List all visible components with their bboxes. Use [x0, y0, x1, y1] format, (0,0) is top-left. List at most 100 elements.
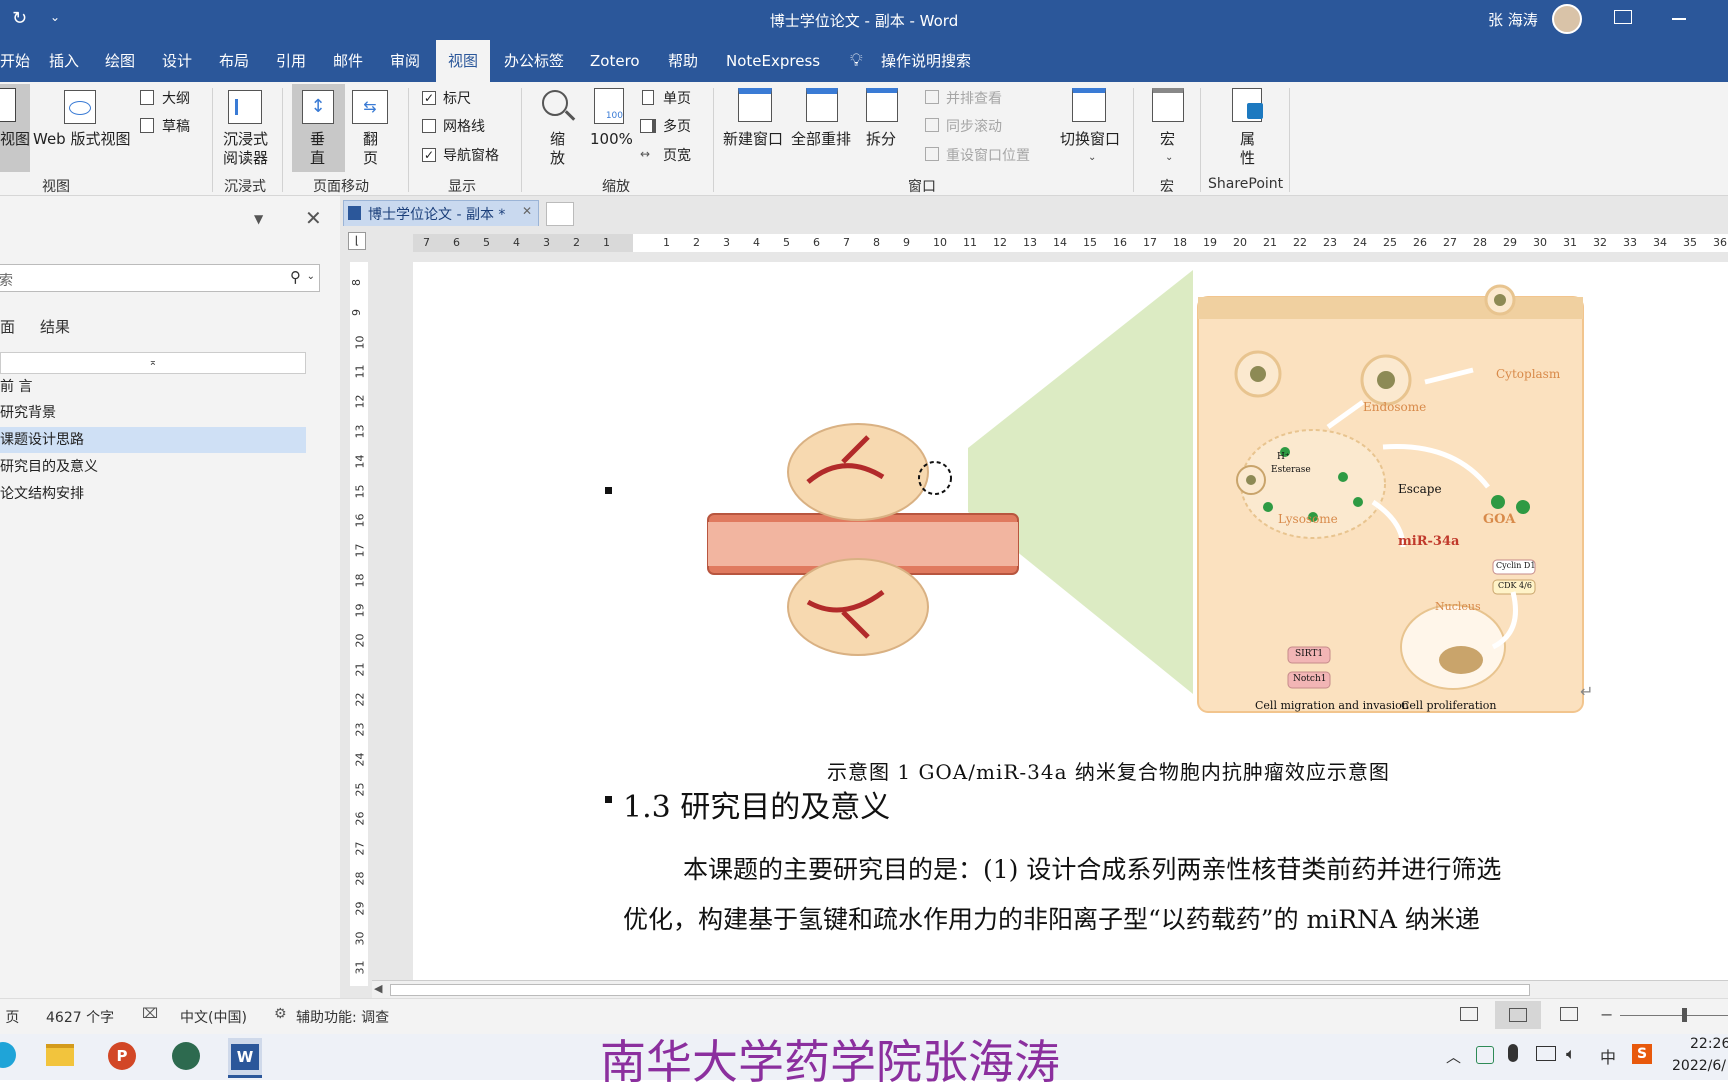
tray-chevron-icon[interactable]: ︿	[1446, 1046, 1461, 1067]
volume-icon[interactable]: 🔈︎	[1566, 1044, 1576, 1064]
properties-button[interactable]: 属性	[1240, 130, 1255, 168]
body-paragraph-line-1[interactable]: 本课题的主要研究目的是：(1) 设计合成系列两亲性核苷类前药并进行筛选	[683, 850, 1501, 886]
file-explorer-icon[interactable]	[46, 1044, 74, 1066]
ruler-tick-label: 9	[350, 308, 363, 316]
tab-zotero[interactable]: Zotero	[582, 40, 648, 82]
nav-pane-checkbox[interactable]: ✓	[422, 148, 436, 162]
draft-button[interactable]: 草稿	[162, 116, 190, 136]
tab-references[interactable]: 引用	[268, 40, 314, 82]
vertical-ruler[interactable]: 8 9 10 11 12 13 14 15 16 17 18 19 20 21 22 23 24 25 26 27 28…	[350, 262, 368, 986]
tab-design[interactable]: 设计	[154, 40, 200, 82]
group-macros-label: 宏	[1160, 179, 1174, 195]
zoom-out-icon[interactable]: −	[1600, 1005, 1613, 1024]
tab-view[interactable]: 视图	[436, 40, 491, 82]
word-icon[interactable]: W	[228, 1038, 262, 1078]
search-icon[interactable]: ⚲	[290, 268, 301, 286]
tab-mailings[interactable]: 邮件	[325, 40, 371, 82]
status-page-count[interactable]: 7 页	[0, 1007, 19, 1027]
ruler-tick-label: 21	[1263, 236, 1277, 249]
nav-close-icon[interactable]: ✕	[305, 206, 322, 230]
network-icon[interactable]	[1536, 1046, 1556, 1061]
tab-noteexpress[interactable]: NoteExpress	[718, 40, 828, 82]
new-window-button[interactable]: 新建窗口	[723, 130, 783, 149]
tab-office-tab[interactable]: 办公标签	[496, 40, 572, 82]
reset-window-position-button[interactable]: 重设窗口位置	[946, 145, 1030, 165]
print-layout-view-icon[interactable]	[1495, 1001, 1541, 1029]
view-side-by-side-button[interactable]: 并排查看	[946, 88, 1002, 108]
tab-draw[interactable]: 绘图	[97, 40, 143, 82]
doc-tab[interactable]: 博士学位论文 - 副本 * ✕	[343, 200, 539, 226]
body-paragraph-line-2[interactable]: 优化，构建基于氢键和疏水作用力的非阳离子型“以药载药”的 miRNA 纳米递	[623, 900, 1480, 936]
tab-help[interactable]: 帮助	[660, 40, 706, 82]
app-icon[interactable]	[172, 1042, 200, 1070]
tell-me-search[interactable]: 操作说明搜索	[873, 40, 979, 82]
status-accessibility[interactable]: 辅助功能: 调查	[296, 1007, 389, 1027]
horizontal-ruler[interactable]: 7 6 5 4 3 2 1 1 2 3 4 5 6 7 8 9 10 11 12 13 14 15 16 17 18 19 20 21…	[413, 234, 1728, 252]
multi-page-button[interactable]: 多页	[663, 116, 691, 136]
read-mode-view-icon[interactable]	[1460, 1007, 1478, 1021]
nav-options-chevron-icon[interactable]: ▼	[254, 212, 263, 226]
nav-collapse-bar[interactable]: ⌅	[0, 352, 306, 374]
switch-window-button[interactable]: 切换窗口	[1060, 130, 1120, 149]
ruler-tick-label: 2	[573, 236, 580, 249]
arrange-all-button[interactable]: 全部重排	[791, 130, 851, 149]
document-page[interactable]: Cytoplasm Endosome H⁺ Esterase Lysosome …	[413, 262, 1728, 986]
tray-app-icon[interactable]	[1476, 1046, 1494, 1064]
horizontal-scrollbar[interactable]: ◀	[372, 980, 1728, 998]
hundred-percent-button[interactable]: 100%	[590, 130, 633, 149]
nav-tab-results[interactable]: 结果	[40, 316, 70, 337]
minimize-icon[interactable]	[1672, 18, 1686, 20]
status-word-count[interactable]: 4627 个字	[46, 1007, 114, 1027]
ruler-tick-label: 4	[753, 236, 760, 249]
new-tab-button[interactable]	[546, 202, 574, 226]
scroll-thumb[interactable]	[390, 984, 1530, 996]
ribbon-display-icon[interactable]	[1614, 10, 1632, 24]
ribbon: 视图 Web 版式视图 大纲 草稿 视图 沉浸式 阅读器 沉浸式 ↕ 垂直 ⇆ 翻…	[0, 82, 1728, 196]
ruler-checkbox[interactable]: ✓	[422, 91, 436, 105]
tab-home[interactable]: 开始	[0, 40, 38, 82]
tab-selector[interactable]: ⌊	[348, 232, 366, 250]
macros-button[interactable]: 宏	[1160, 130, 1175, 149]
split-button[interactable]: 拆分	[866, 130, 896, 149]
status-language[interactable]: 中文(中国)	[180, 1007, 247, 1027]
scroll-left-icon[interactable]: ◀	[374, 982, 382, 995]
proofing-icon[interactable]: ⌧	[142, 1006, 158, 1022]
nav-heading-2[interactable]: 课题设计思路	[0, 427, 306, 453]
ruler-tick-label: 31	[353, 960, 367, 975]
nav-heading-1[interactable]: 研究背景	[0, 400, 306, 426]
gridlines-label: 网格线	[443, 119, 485, 135]
ime-icon[interactable]: 中	[1600, 1044, 1616, 1068]
web-layout-button[interactable]: Web 版式视图	[33, 130, 130, 149]
ruler-tick-label: 33	[1623, 236, 1637, 249]
sogou-icon[interactable]: S	[1632, 1044, 1652, 1064]
nav-heading-3[interactable]: 研究目的及意义	[0, 454, 306, 480]
microphone-icon[interactable]	[1508, 1044, 1518, 1062]
nav-heading-4[interactable]: 论文结构安排	[0, 481, 306, 507]
nav-heading-0[interactable]: 前 言	[0, 374, 306, 400]
tab-insert[interactable]: 插入	[41, 40, 87, 82]
properties-icon	[1232, 88, 1263, 122]
page-width-button[interactable]: 页宽	[663, 145, 691, 165]
user-name[interactable]: 张 海涛	[1488, 9, 1538, 30]
gridlines-checkbox[interactable]	[422, 119, 436, 133]
tab-review[interactable]: 审阅	[382, 40, 428, 82]
nav-search-box[interactable]: 搜索 ⚲ ⌄	[0, 264, 320, 292]
outline-button[interactable]: 大纲	[162, 88, 190, 108]
tab-layout[interactable]: 布局	[211, 40, 257, 82]
immersive-reader-button[interactable]: 沉浸式 阅读器	[223, 130, 268, 168]
doc-tab-close-icon[interactable]: ✕	[522, 204, 532, 218]
side-to-side-button[interactable]: 翻页	[363, 130, 378, 168]
search-dropdown-icon[interactable]: ⌄	[307, 271, 315, 282]
zoom-button[interactable]: 缩放	[550, 130, 565, 168]
avatar[interactable]	[1552, 4, 1582, 34]
section-heading[interactable]: 1.3 研究目的及意义	[623, 782, 890, 826]
nav-tab-pages[interactable]: 面	[0, 316, 15, 337]
zoom-slider[interactable]	[1620, 1008, 1728, 1022]
sync-scroll-button[interactable]: 同步滚动	[946, 116, 1002, 136]
web-layout-view-icon[interactable]	[1560, 1007, 1578, 1021]
clock-time[interactable]: 22:26	[1690, 1036, 1728, 1052]
one-page-button[interactable]: 单页	[663, 88, 691, 108]
clock-date[interactable]: 2022/6/	[1672, 1058, 1726, 1074]
powerpoint-icon[interactable]: P	[108, 1042, 136, 1070]
edge-icon[interactable]	[0, 1042, 16, 1068]
